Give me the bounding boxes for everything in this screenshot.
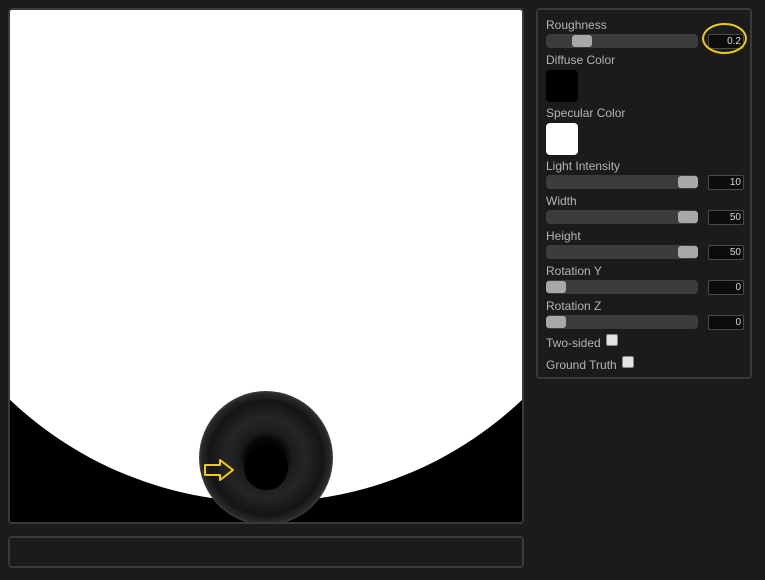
diffuse-color-label: Diffuse Color <box>546 53 616 67</box>
height-input[interactable]: 50 <box>708 245 744 260</box>
ground-truth-label: Ground Truth <box>546 358 617 372</box>
two-sided-label: Two-sided <box>546 336 601 350</box>
specular-color-swatch[interactable] <box>546 123 578 155</box>
diffuse-color-swatch[interactable] <box>546 70 578 102</box>
roughness-slider[interactable] <box>546 34 698 48</box>
height-slider-thumb[interactable] <box>678 246 698 258</box>
light-intensity-label: Light Intensity <box>546 159 621 173</box>
rotation-y-slider[interactable] <box>546 280 698 294</box>
roughness-label: Roughness <box>546 18 607 32</box>
height-label: Height <box>546 229 581 243</box>
width-label: Width <box>546 194 577 208</box>
light-intensity-input[interactable]: 10 <box>708 175 744 190</box>
light-intensity-slider[interactable] <box>546 175 698 189</box>
rotation-y-slider-thumb[interactable] <box>546 281 566 293</box>
status-bar <box>8 536 524 568</box>
material-controls-panel: Roughness 0.2 Diffuse Color Specular Col… <box>536 8 752 379</box>
specular-color-label: Specular Color <box>546 106 626 120</box>
rotation-z-input[interactable]: 0 <box>708 315 744 330</box>
rotation-y-label: Rotation Y <box>546 264 602 278</box>
sphere-dark-center <box>244 446 288 490</box>
rotation-y-input[interactable]: 0 <box>708 280 744 295</box>
width-input[interactable]: 50 <box>708 210 744 225</box>
rotation-z-slider[interactable] <box>546 315 698 329</box>
roughness-input[interactable]: 0.2 <box>708 34 744 49</box>
rotation-z-slider-thumb[interactable] <box>546 316 566 328</box>
two-sided-checkbox[interactable] <box>606 334 618 346</box>
render-viewport[interactable] <box>8 8 524 524</box>
ground-truth-checkbox[interactable] <box>622 356 634 368</box>
height-slider[interactable] <box>546 245 698 259</box>
rotation-z-label: Rotation Z <box>546 299 602 313</box>
width-slider[interactable] <box>546 210 698 224</box>
light-intensity-slider-thumb[interactable] <box>678 176 698 188</box>
roughness-slider-thumb[interactable] <box>572 35 592 47</box>
width-slider-thumb[interactable] <box>678 211 698 223</box>
render-canvas <box>10 10 522 522</box>
